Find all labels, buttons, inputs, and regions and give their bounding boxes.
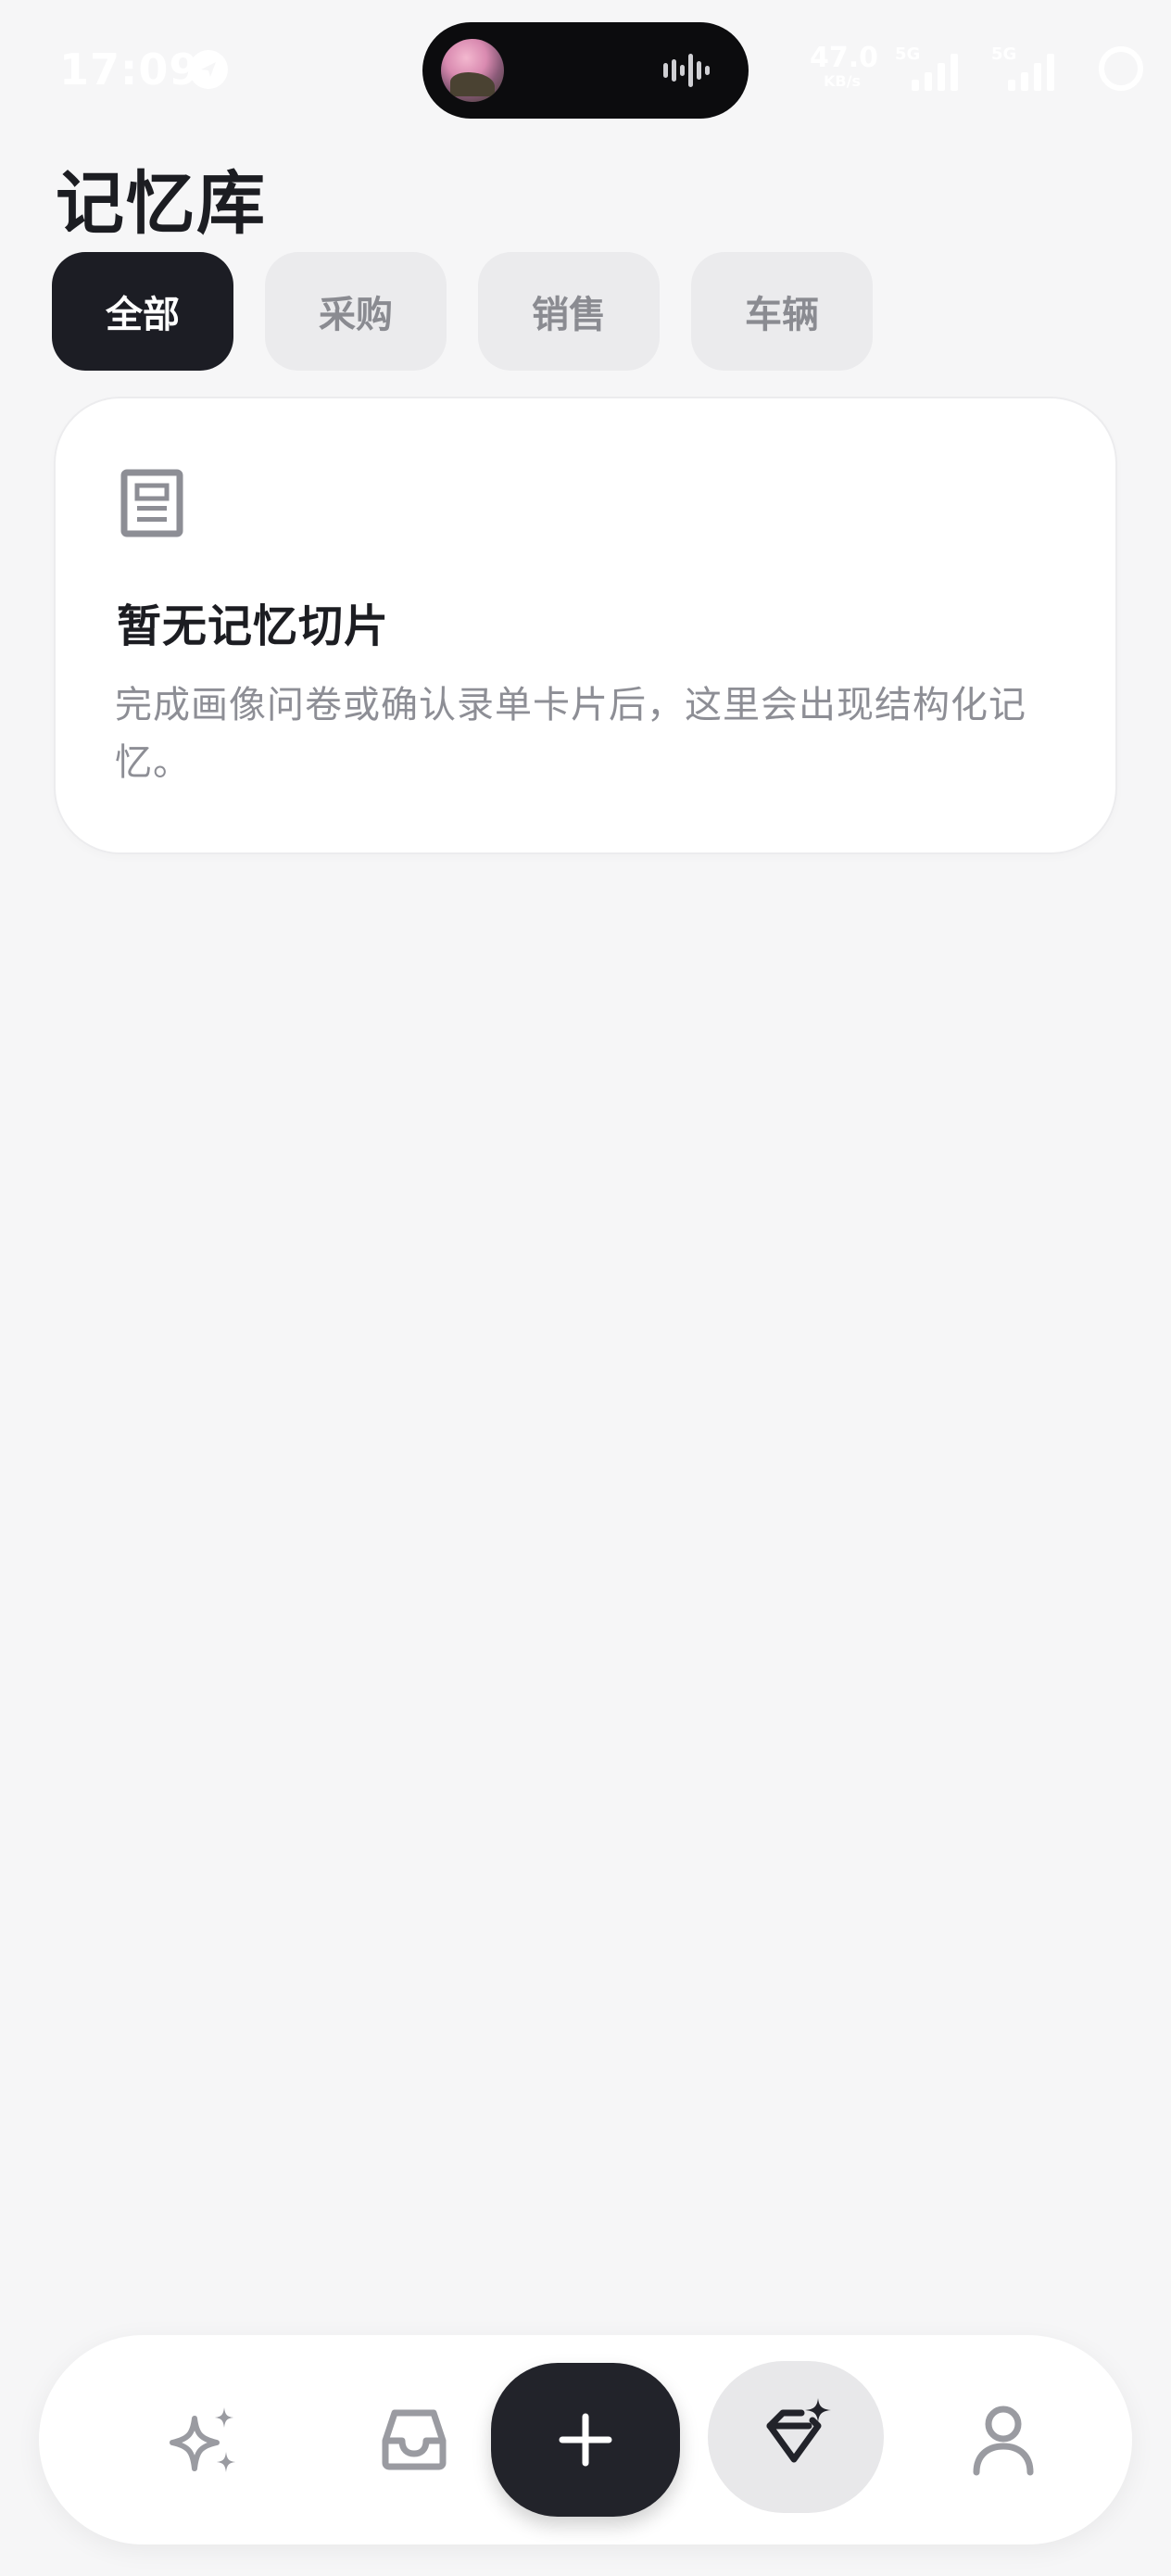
signal-2-icon: 5G (991, 44, 1065, 91)
status-indicators: 47.0 KB/s 5G 5G (810, 41, 1143, 96)
document-icon (120, 469, 183, 537)
empty-state-card: 暂无记忆切片 完成画像问卷或确认录单卡片后，这里会出现结构化记忆。 (54, 397, 1117, 854)
nav-ai-assistant[interactable] (126, 2363, 283, 2517)
category-tabs: 全部 采购 销售 车辆 (52, 252, 873, 371)
signal-1-icon: 5G (895, 44, 969, 91)
now-playing-artwork (441, 39, 504, 102)
bottom-nav (39, 2335, 1132, 2544)
location-icon (189, 50, 228, 89)
inbox-icon (382, 2409, 447, 2470)
user-icon (973, 2406, 1034, 2476)
nav-profile[interactable] (925, 2363, 1082, 2517)
empty-state-title: 暂无记忆切片 (117, 600, 390, 652)
battery-icon (1099, 46, 1143, 91)
tab-vehicles[interactable]: 车辆 (691, 252, 873, 371)
page-title: 记忆库 (56, 164, 267, 244)
network-speed: 47.0 KB/s (810, 42, 879, 90)
status-time: 17:09 (59, 44, 200, 95)
tab-sales[interactable]: 销售 (478, 252, 660, 371)
plus-icon (559, 2413, 612, 2467)
nav-memory-library[interactable] (708, 2361, 884, 2513)
sparkle-icon (170, 2407, 235, 2472)
nav-inbox[interactable] (335, 2363, 493, 2517)
dynamic-island[interactable] (422, 22, 749, 119)
add-button[interactable] (491, 2363, 680, 2517)
empty-state-description: 完成画像问卷或确认录单卡片后，这里会出现结构化记忆。 (115, 684, 1026, 784)
tab-all[interactable]: 全部 (52, 252, 233, 371)
audio-wave-icon (663, 54, 710, 87)
memory-library-page: 17:09 47.0 KB/s 5G 5G 记忆库 全部 采购 销售 车辆 暂无… (0, 0, 1171, 2576)
diamond-sparkle-icon (766, 2398, 831, 2463)
tab-purchase[interactable]: 采购 (265, 252, 447, 371)
status-bar: 17:09 47.0 KB/s 5G 5G (0, 0, 1171, 139)
